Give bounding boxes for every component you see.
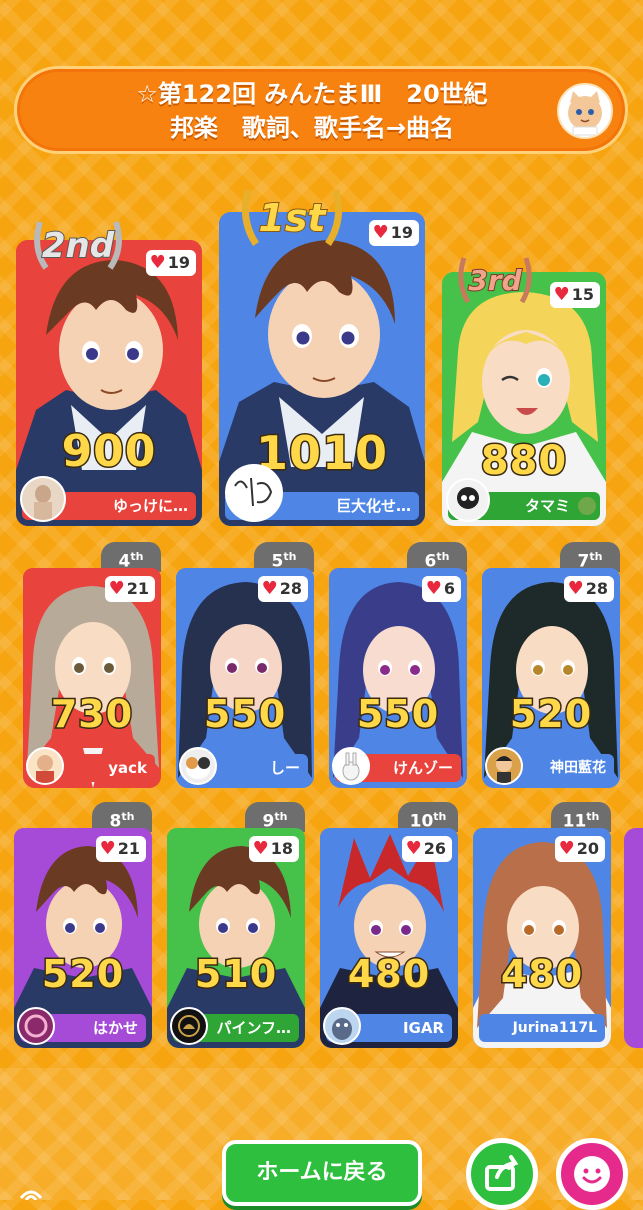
score: 730 [49, 691, 134, 738]
likes-count: 28 [585, 579, 608, 598]
heart-icon: ♥ [567, 578, 584, 599]
score: 550 [355, 691, 440, 738]
rank-suffix: th [283, 550, 297, 563]
likes-badge: ♥ 26 [401, 836, 452, 862]
likes-badge: ♥ 18 [248, 836, 299, 862]
zombie-emoji-icon [578, 497, 596, 515]
heart-icon: ♥ [425, 578, 442, 599]
share-icon [485, 1155, 519, 1191]
likes-badge: ♥ 6 [421, 576, 461, 602]
rank-card-3rd[interactable]: ♥ 15 880 タマミ [442, 272, 606, 526]
player-avatar[interactable] [323, 1007, 361, 1045]
rank-card-2nd[interactable]: ♥ 19 900 ゆっけに… [16, 240, 202, 526]
rank-label: 3rd [467, 263, 522, 298]
rank-card[interactable]: 5th ♥ 28 550 しー [176, 542, 314, 788]
heart-icon: ♥ [108, 578, 125, 599]
score: 480 [346, 951, 431, 998]
likes-badge: ♥ 19 [145, 250, 196, 276]
home-button[interactable]: ホームに戻る [222, 1140, 422, 1206]
score: 520 [40, 951, 125, 998]
likes-badge: ♥ 28 [257, 576, 308, 602]
wifi-icon [18, 1184, 44, 1201]
quiz-title: ☆第122回 みんたまⅢ 20世紀 邦楽 歌詞、歌手名→曲名 [57, 77, 567, 145]
player-avatar[interactable] [17, 1007, 55, 1045]
likes-badge: ♥ 21 [95, 836, 146, 862]
heart-icon: ♥ [553, 284, 570, 305]
likes-badge: ♥ 19 [368, 220, 419, 246]
rank-label: 2nd [41, 225, 115, 267]
player-avatar[interactable] [26, 747, 64, 785]
likes-count: 15 [571, 285, 594, 304]
likes-badge: ♥ 28 [563, 576, 614, 602]
score: 480 [499, 951, 584, 998]
host-avatar[interactable] [557, 83, 613, 139]
rank-card[interactable]: 4th ♥ 21 730 yack [23, 542, 161, 788]
heart-icon: ♥ [558, 838, 575, 859]
score: 550 [202, 691, 287, 738]
heart-icon: ♥ [405, 838, 422, 859]
likes-count: 19 [167, 253, 190, 272]
likes-count: 18 [270, 839, 293, 858]
laurel-3rd: 3rd [452, 248, 538, 308]
smile-button[interactable] [556, 1138, 628, 1210]
rank-card[interactable]: 7th ♥ 28 520 神田藍花 [482, 542, 620, 788]
rank-card-1st[interactable]: ♥ 19 1010 巨大化せ… [219, 212, 425, 526]
likes-count: 21 [117, 839, 140, 858]
rank-suffix: th [586, 810, 600, 823]
rank-card[interactable]: 9th ♥ 18 510 パインフ… [167, 802, 305, 1048]
rank-card[interactable]: 11th ♥ 20 480 Jurina117L [473, 802, 611, 1048]
player-avatar[interactable] [170, 1007, 208, 1045]
likes-count: 21 [126, 579, 149, 598]
likes-count: 28 [279, 579, 302, 598]
laurel-1st: 1st [234, 178, 350, 252]
score: 520 [508, 691, 593, 738]
rank-suffix: th [433, 810, 447, 823]
quiz-title-line1: ☆第122回 みんたまⅢ 20世紀 [136, 80, 488, 108]
smile-icon [574, 1156, 610, 1192]
rank-card[interactable]: 6th ♥ 6 550 けんゾー [329, 542, 467, 788]
laurel-2nd: 2nd [26, 208, 130, 278]
rank-card-partial[interactable] [624, 828, 643, 1048]
rank-label: 1st [257, 195, 326, 241]
rank-suffix: th [121, 810, 135, 823]
likes-count: 26 [423, 839, 446, 858]
likes-badge: ♥ 15 [549, 282, 600, 308]
player-avatar[interactable] [20, 476, 66, 522]
quiz-title-banner: ☆第122回 みんたまⅢ 20世紀 邦楽 歌詞、歌手名→曲名 [14, 66, 628, 154]
heart-icon: ♥ [261, 578, 278, 599]
rank-suffix: th [130, 550, 144, 563]
heart-icon: ♥ [149, 252, 166, 273]
rank-suffix: th [274, 810, 288, 823]
player-name: Jurina117L [479, 1014, 605, 1042]
likes-count: 6 [443, 579, 455, 598]
player-avatar[interactable] [332, 747, 370, 785]
likes-badge: ♥ 21 [104, 576, 155, 602]
player-avatar[interactable] [446, 478, 490, 522]
score: 510 [193, 951, 278, 998]
player-avatar[interactable] [485, 747, 523, 785]
quiz-title-line2: 邦楽 歌詞、歌手名→曲名 [169, 114, 455, 142]
share-button[interactable] [466, 1138, 538, 1210]
player-avatar[interactable] [179, 747, 217, 785]
player-avatar[interactable] [225, 464, 283, 522]
heart-icon: ♥ [99, 838, 116, 859]
likes-count: 19 [390, 223, 413, 242]
heart-icon: ♥ [372, 222, 389, 243]
rank-card[interactable]: 8th ♥ 21 520 はかせ [14, 802, 152, 1048]
likes-count: 20 [576, 839, 599, 858]
heart-icon: ♥ [252, 838, 269, 859]
cat-avatar-icon [568, 91, 602, 136]
likes-badge: ♥ 20 [554, 836, 605, 862]
score: 900 [60, 425, 157, 479]
rank-suffix: th [436, 550, 450, 563]
rank-card[interactable]: 10th ♥ 26 480 IGAR [320, 802, 458, 1048]
rank-suffix: th [589, 550, 603, 563]
